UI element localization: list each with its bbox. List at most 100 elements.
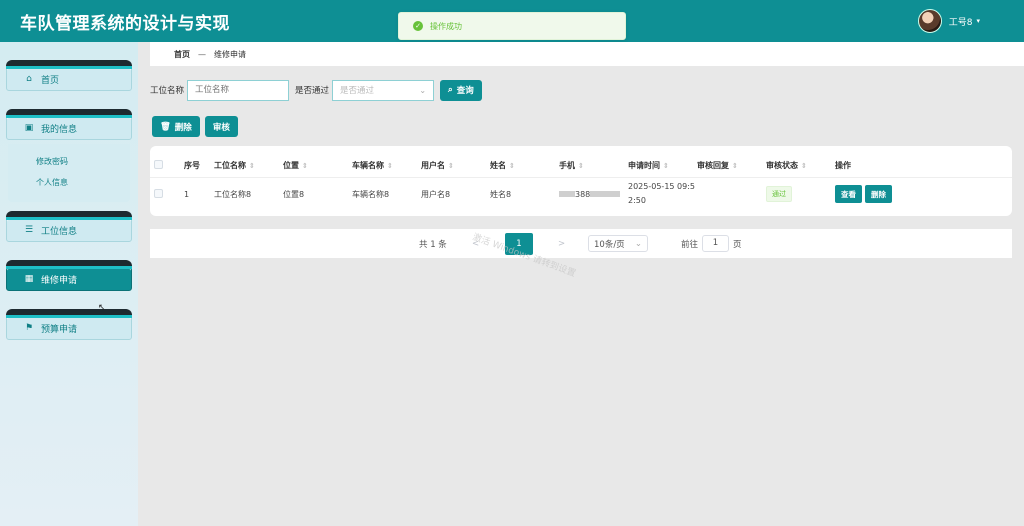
- batch-delete-button[interactable]: 🗑 删除: [152, 116, 200, 137]
- cell-vehicle-name: 车辆名称8: [352, 189, 390, 199]
- search-icon: ⌕: [448, 85, 453, 95]
- col-label: 位置: [283, 161, 299, 170]
- row-delete-button[interactable]: 删除: [865, 185, 892, 203]
- phone-redaction: [590, 191, 621, 197]
- batch-delete-label: 删除: [174, 122, 192, 133]
- sort-icon[interactable]: ⇕: [302, 162, 308, 170]
- query-button[interactable]: ⌕ 查询: [440, 79, 482, 101]
- col-label: 申请时间: [628, 161, 660, 170]
- submenu-personal-info[interactable]: 个人信息: [8, 172, 130, 193]
- trash-icon: 🗑: [160, 121, 171, 132]
- goto-label: 前往: [681, 239, 699, 250]
- flag-icon: ⚑: [24, 323, 34, 333]
- status-badge: 通过: [766, 186, 792, 202]
- home-icon: ⌂: [26, 74, 32, 84]
- row-actions: 查看 删除: [835, 185, 892, 203]
- user-menu[interactable]: 工号8 ▾: [917, 9, 980, 33]
- check-circle-icon: ✓: [413, 21, 423, 31]
- col-label: 工位名称: [214, 161, 246, 170]
- sidebar-item-budget[interactable]: ⚑ 预算申请: [6, 309, 132, 340]
- sort-icon[interactable]: ⇕: [448, 162, 454, 170]
- approved-select[interactable]: 是否通过 ⌄: [332, 79, 435, 101]
- col-label: 审核状态: [766, 161, 798, 170]
- repair-table: 序号 工位名称 ⇕ 位置 ⇕ 车辆名称 ⇕ 用户名 ⇕ 姓名 ⇕ 手机 ⇕ 申请时间 ⇕ 审核…: [150, 146, 1012, 216]
- apply-time-line2: 2:50: [628, 196, 646, 205]
- sort-icon[interactable]: ⇕: [387, 162, 393, 170]
- page-size-select-wrap: 10条/页 ⌄: [588, 229, 648, 258]
- my-info-submenu: 修改密码 个人信息: [8, 144, 130, 202]
- col-apply-time[interactable]: 申请时间 ⇕: [628, 160, 669, 171]
- cell-phone: 388: [559, 189, 621, 199]
- action-bar: 🗑 删除 审核: [152, 116, 238, 137]
- review-button-label: 审核: [212, 122, 230, 133]
- col-status[interactable]: 审核状态 ⇕: [766, 160, 807, 171]
- chevron-down-icon: ⌄: [419, 85, 427, 95]
- phone-visible-digits: 388: [575, 189, 591, 199]
- cell-location: 位置8: [283, 189, 305, 199]
- cell-name: 姓名8: [490, 189, 512, 199]
- col-label: 审核回复: [697, 161, 729, 170]
- col-location[interactable]: 位置 ⇕: [283, 160, 308, 171]
- sidebar-item-home[interactable]: ⌂ 首页: [6, 60, 132, 91]
- sidebar-item-label: 维修申请: [41, 275, 78, 286]
- sidebar-item-label: 首页: [41, 75, 60, 86]
- cell-station-name: 工位名称8: [214, 189, 252, 199]
- avatar[interactable]: [917, 9, 942, 33]
- sliders-icon: ☰: [24, 225, 34, 235]
- col-name[interactable]: 姓名 ⇕: [490, 160, 515, 171]
- submenu-change-password[interactable]: 修改密码: [8, 151, 130, 172]
- sidebar: ⌂ 首页 ▣ 我的信息 修改密码 个人信息 ☰ 工位信息 ▦ 维修申请 ⚑ 预算申请: [0, 42, 138, 526]
- apply-time-line1: 2025-05-15 09:5: [628, 182, 695, 191]
- sidebar-item-repair[interactable]: ▦ 维修申请: [6, 260, 132, 291]
- sidebar-item-label: 工位信息: [41, 226, 78, 237]
- search-form: 工位名称 是否通过 是否通过 ⌄ ⌕ 查询: [150, 79, 482, 101]
- caret-down-icon[interactable]: ▾: [976, 17, 980, 25]
- goto-suffix: 页: [733, 239, 742, 250]
- approved-label: 是否通过: [295, 86, 330, 96]
- table-header: 序号 工位名称 ⇕ 位置 ⇕ 车辆名称 ⇕ 用户名 ⇕ 姓名 ⇕ 手机 ⇕ 申请时间 ⇕ 审核…: [150, 154, 1012, 178]
- success-toast: ✓ 操作成功: [398, 12, 626, 40]
- col-label: 姓名: [490, 161, 506, 170]
- sort-icon[interactable]: ⇕: [578, 162, 584, 170]
- mouse-cursor-icon: ↖: [98, 303, 106, 313]
- profile-card-icon: ▣: [24, 123, 34, 133]
- col-label: 手机: [559, 161, 575, 170]
- cell-apply-time: 2025-05-15 09:5 2:50: [628, 180, 695, 208]
- chevron-down-icon: ⌄: [634, 238, 642, 249]
- col-label: 用户名: [421, 161, 445, 170]
- breadcrumb-separator: —: [198, 49, 206, 59]
- toast-message: 操作成功: [430, 21, 462, 31]
- goto-page-input[interactable]: 1: [702, 235, 730, 252]
- table-row: 1 工位名称8 位置8 车辆名称8 用户名8 姓名8 388 2025-05-1…: [150, 178, 1012, 210]
- page-size-value: 10条/页: [594, 239, 625, 250]
- sidebar-item-workstation[interactable]: ☰ 工位信息: [6, 211, 132, 242]
- col-index: 序号: [184, 161, 200, 170]
- col-vehicle-name[interactable]: 车辆名称 ⇕: [352, 160, 393, 171]
- review-button[interactable]: 审核: [204, 116, 238, 137]
- cell-username: 用户名8: [421, 189, 451, 199]
- col-phone[interactable]: 手机 ⇕: [559, 160, 584, 171]
- col-station-name[interactable]: 工位名称 ⇕: [214, 160, 255, 171]
- sort-icon[interactable]: ⇕: [732, 162, 738, 170]
- approved-select-placeholder: 是否通过: [340, 86, 375, 96]
- sidebar-item-label: 我的信息: [41, 124, 78, 135]
- sort-icon[interactable]: ⇕: [801, 162, 807, 170]
- user-name[interactable]: 工号8: [949, 15, 973, 28]
- select-all-checkbox[interactable]: [154, 160, 163, 171]
- phone-redaction: [559, 191, 575, 197]
- col-label: 车辆名称: [352, 161, 384, 170]
- next-page-button[interactable]: >: [558, 229, 565, 258]
- view-button[interactable]: 查看: [835, 185, 862, 203]
- col-reply[interactable]: 审核回复 ⇕: [697, 160, 738, 171]
- sidebar-item-my-info[interactable]: ▣ 我的信息: [6, 109, 132, 140]
- sort-icon[interactable]: ⇕: [663, 162, 669, 170]
- breadcrumb-home[interactable]: 首页: [174, 49, 190, 60]
- station-name-input[interactable]: [187, 79, 290, 101]
- sort-icon[interactable]: ⇕: [249, 162, 255, 170]
- sort-icon[interactable]: ⇕: [509, 162, 515, 170]
- col-actions: 操作: [835, 161, 851, 170]
- col-username[interactable]: 用户名 ⇕: [421, 160, 454, 171]
- row-checkbox[interactable]: [154, 188, 163, 200]
- grid-icon: ▦: [24, 274, 34, 284]
- page-size-select[interactable]: 10条/页 ⌄: [588, 235, 648, 252]
